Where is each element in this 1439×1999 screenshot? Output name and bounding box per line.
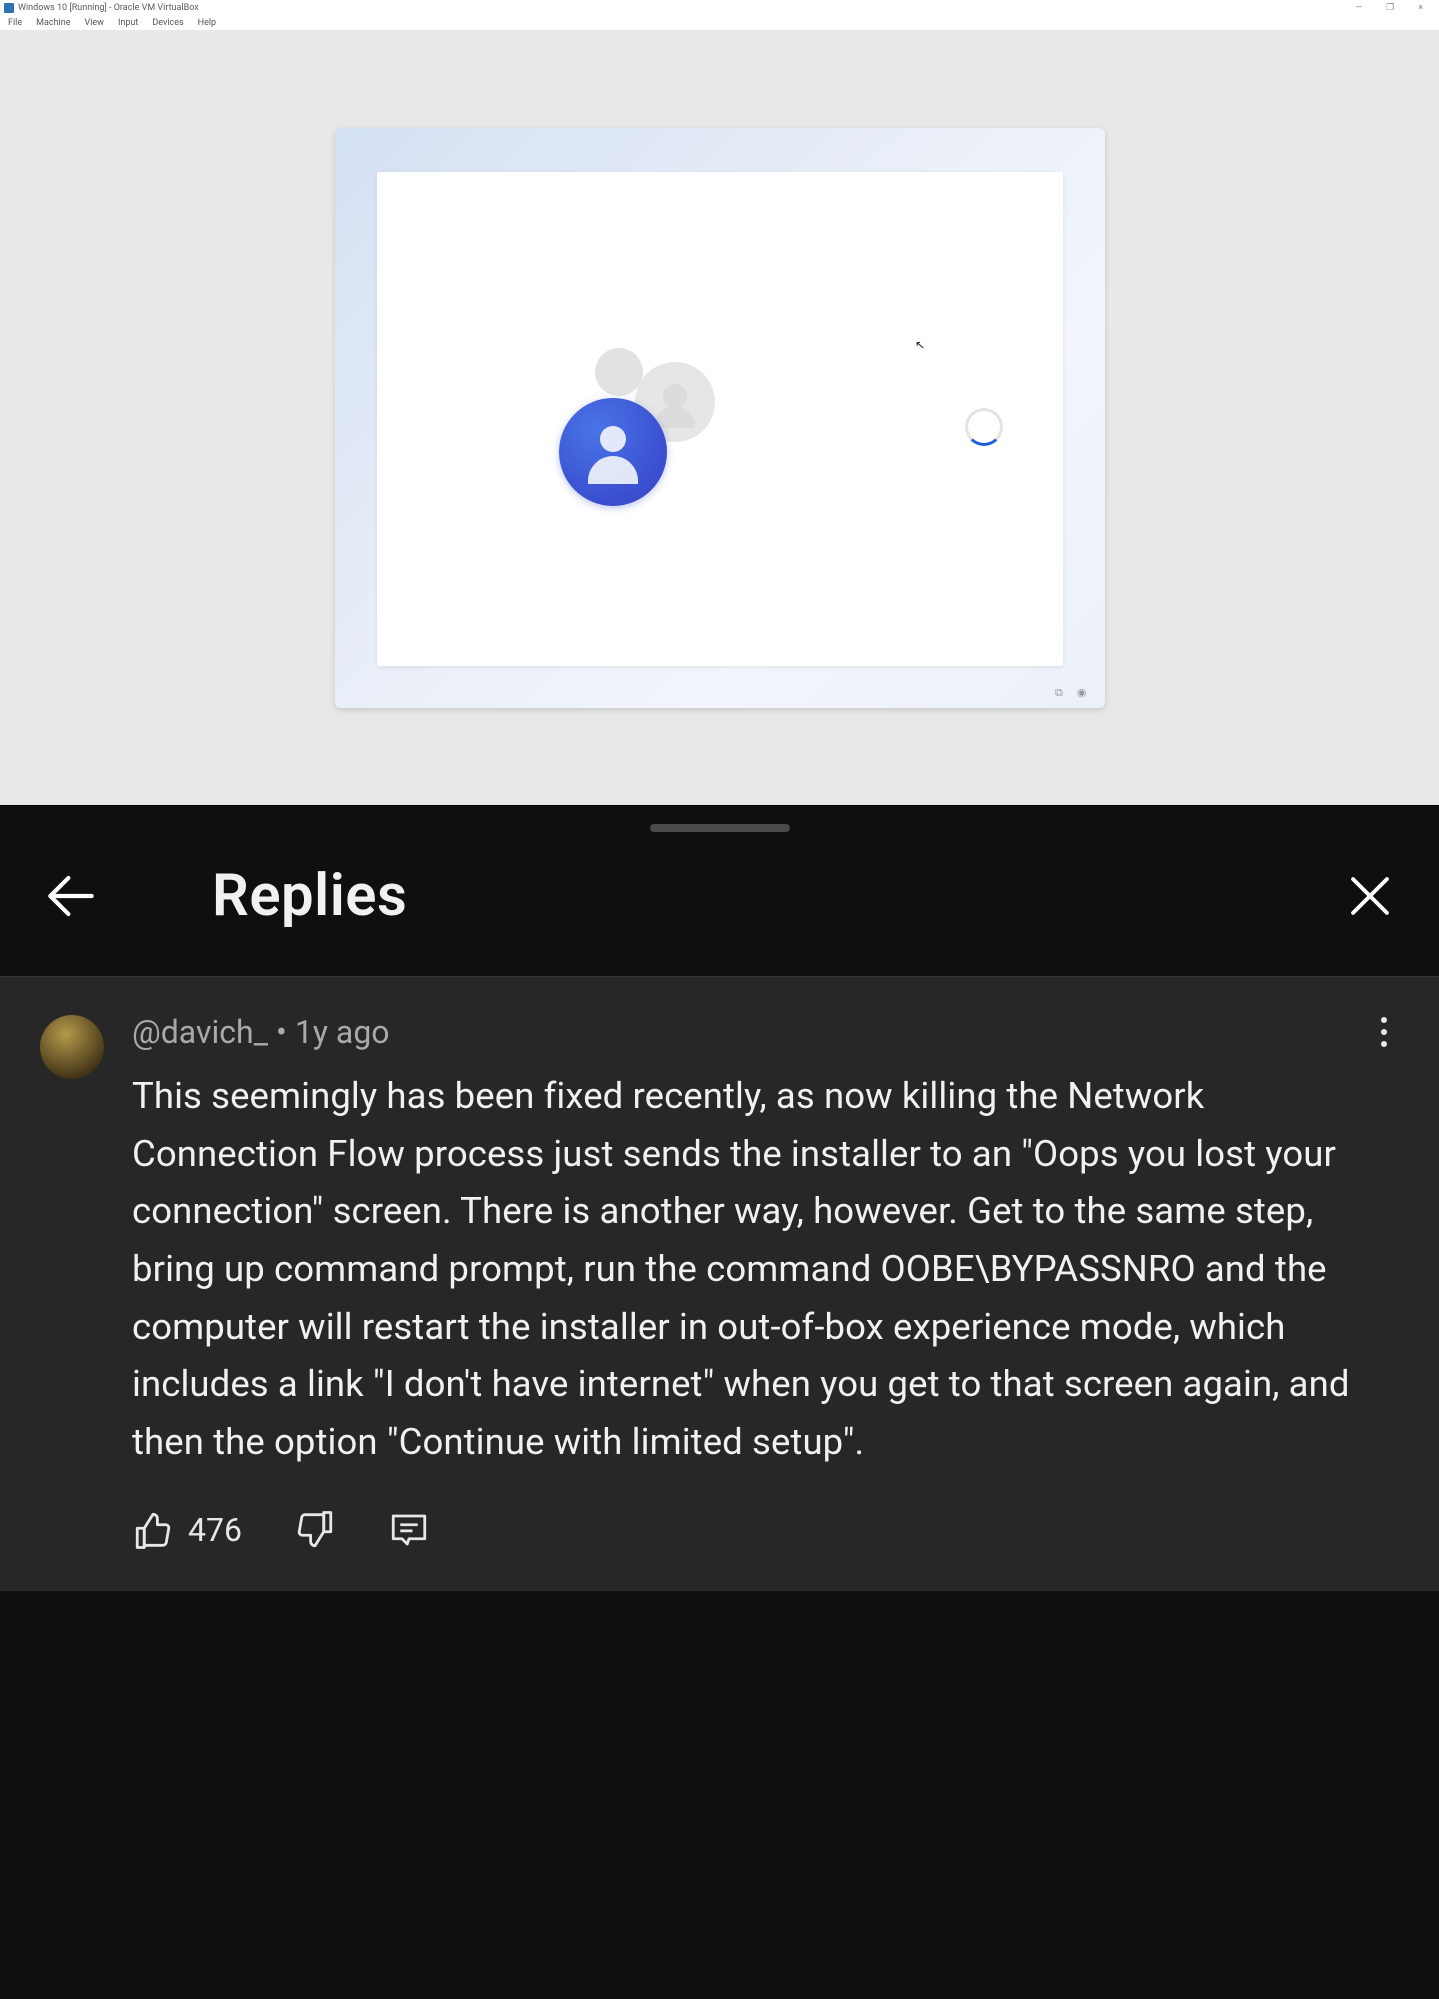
- virtualbox-status-tray: ⧉ ◉: [1055, 686, 1086, 700]
- minimize-button[interactable]: —: [1355, 3, 1362, 13]
- comment: @davich_ • 1y ago This seemingly has bee…: [0, 977, 1439, 1591]
- drawer-title: Replies: [212, 862, 407, 930]
- windows-oobe-background: ↖ ⧉ ◉: [335, 128, 1105, 708]
- comment-more-button[interactable]: [1369, 1011, 1399, 1053]
- comment-actions: 476: [132, 1509, 1399, 1551]
- comment-meta: @davich_ • 1y ago: [132, 1011, 1399, 1053]
- comment-body: @davich_ • 1y ago This seemingly has bee…: [132, 1011, 1399, 1551]
- app-root: Windows 10 [Running] - Oracle VM Virtual…: [0, 0, 1439, 1999]
- virtualbox-window: Windows 10 [Running] - Oracle VM Virtual…: [0, 0, 1439, 805]
- avatar[interactable]: [40, 1015, 104, 1079]
- comment-text: This seemingly has been fixed recently, …: [132, 1067, 1399, 1471]
- loading-spinner-icon: [965, 408, 1003, 446]
- comment-icon: [388, 1509, 430, 1551]
- windows-oobe-card: [377, 172, 1063, 666]
- video-thumbnail[interactable]: Windows 10 [Running] - Oracle VM Virtual…: [0, 0, 1439, 805]
- meta-separator: •: [276, 1013, 287, 1051]
- close-drawer-button[interactable]: [1341, 867, 1399, 925]
- dislike-button[interactable]: [294, 1509, 336, 1551]
- like-button[interactable]: 476: [132, 1509, 242, 1551]
- close-button[interactable]: ×: [1418, 3, 1423, 13]
- drawer-grip-zone[interactable]: [0, 806, 1439, 850]
- menu-devices[interactable]: Devices: [152, 18, 183, 28]
- virtualbox-menubar: File Machine View Input Devices Help: [0, 16, 1439, 30]
- cursor-icon: ↖: [914, 337, 925, 352]
- menu-file[interactable]: File: [8, 18, 22, 28]
- more-vertical-icon: [1369, 1011, 1399, 1053]
- menu-help[interactable]: Help: [198, 18, 216, 28]
- like-count: 476: [188, 1511, 242, 1549]
- maximize-button[interactable]: ❐: [1386, 3, 1394, 13]
- thumbs-up-icon: [132, 1509, 174, 1551]
- thumbs-down-icon: [294, 1509, 336, 1551]
- tray-snap-icon: ⧉: [1055, 686, 1063, 700]
- drawer-header: Replies: [0, 850, 1439, 976]
- back-button[interactable]: [40, 865, 102, 927]
- reply-button[interactable]: [388, 1509, 430, 1551]
- menu-machine[interactable]: Machine: [36, 18, 70, 28]
- virtualbox-titlebar: Windows 10 [Running] - Oracle VM Virtual…: [0, 0, 1439, 16]
- virtualbox-guest-display: ↖ ⧉ ◉: [0, 30, 1439, 805]
- oobe-user-avatar-icon: [559, 398, 667, 506]
- tray-rec-icon: ◉: [1077, 686, 1087, 700]
- window-controls: — ❐ ×: [1355, 3, 1439, 13]
- drawer-grip-icon[interactable]: [650, 824, 790, 832]
- virtualbox-title: Windows 10 [Running] - Oracle VM Virtual…: [18, 3, 199, 13]
- comment-timestamp: 1y ago: [295, 1013, 390, 1051]
- oobe-bubble-small: [595, 348, 643, 396]
- virtualbox-icon: [4, 3, 14, 13]
- comment-author[interactable]: @davich_: [132, 1013, 268, 1051]
- menu-input[interactable]: Input: [118, 18, 138, 28]
- menu-view[interactable]: View: [84, 18, 103, 28]
- replies-drawer: Replies @davich_ • 1y ago Th: [0, 805, 1439, 1999]
